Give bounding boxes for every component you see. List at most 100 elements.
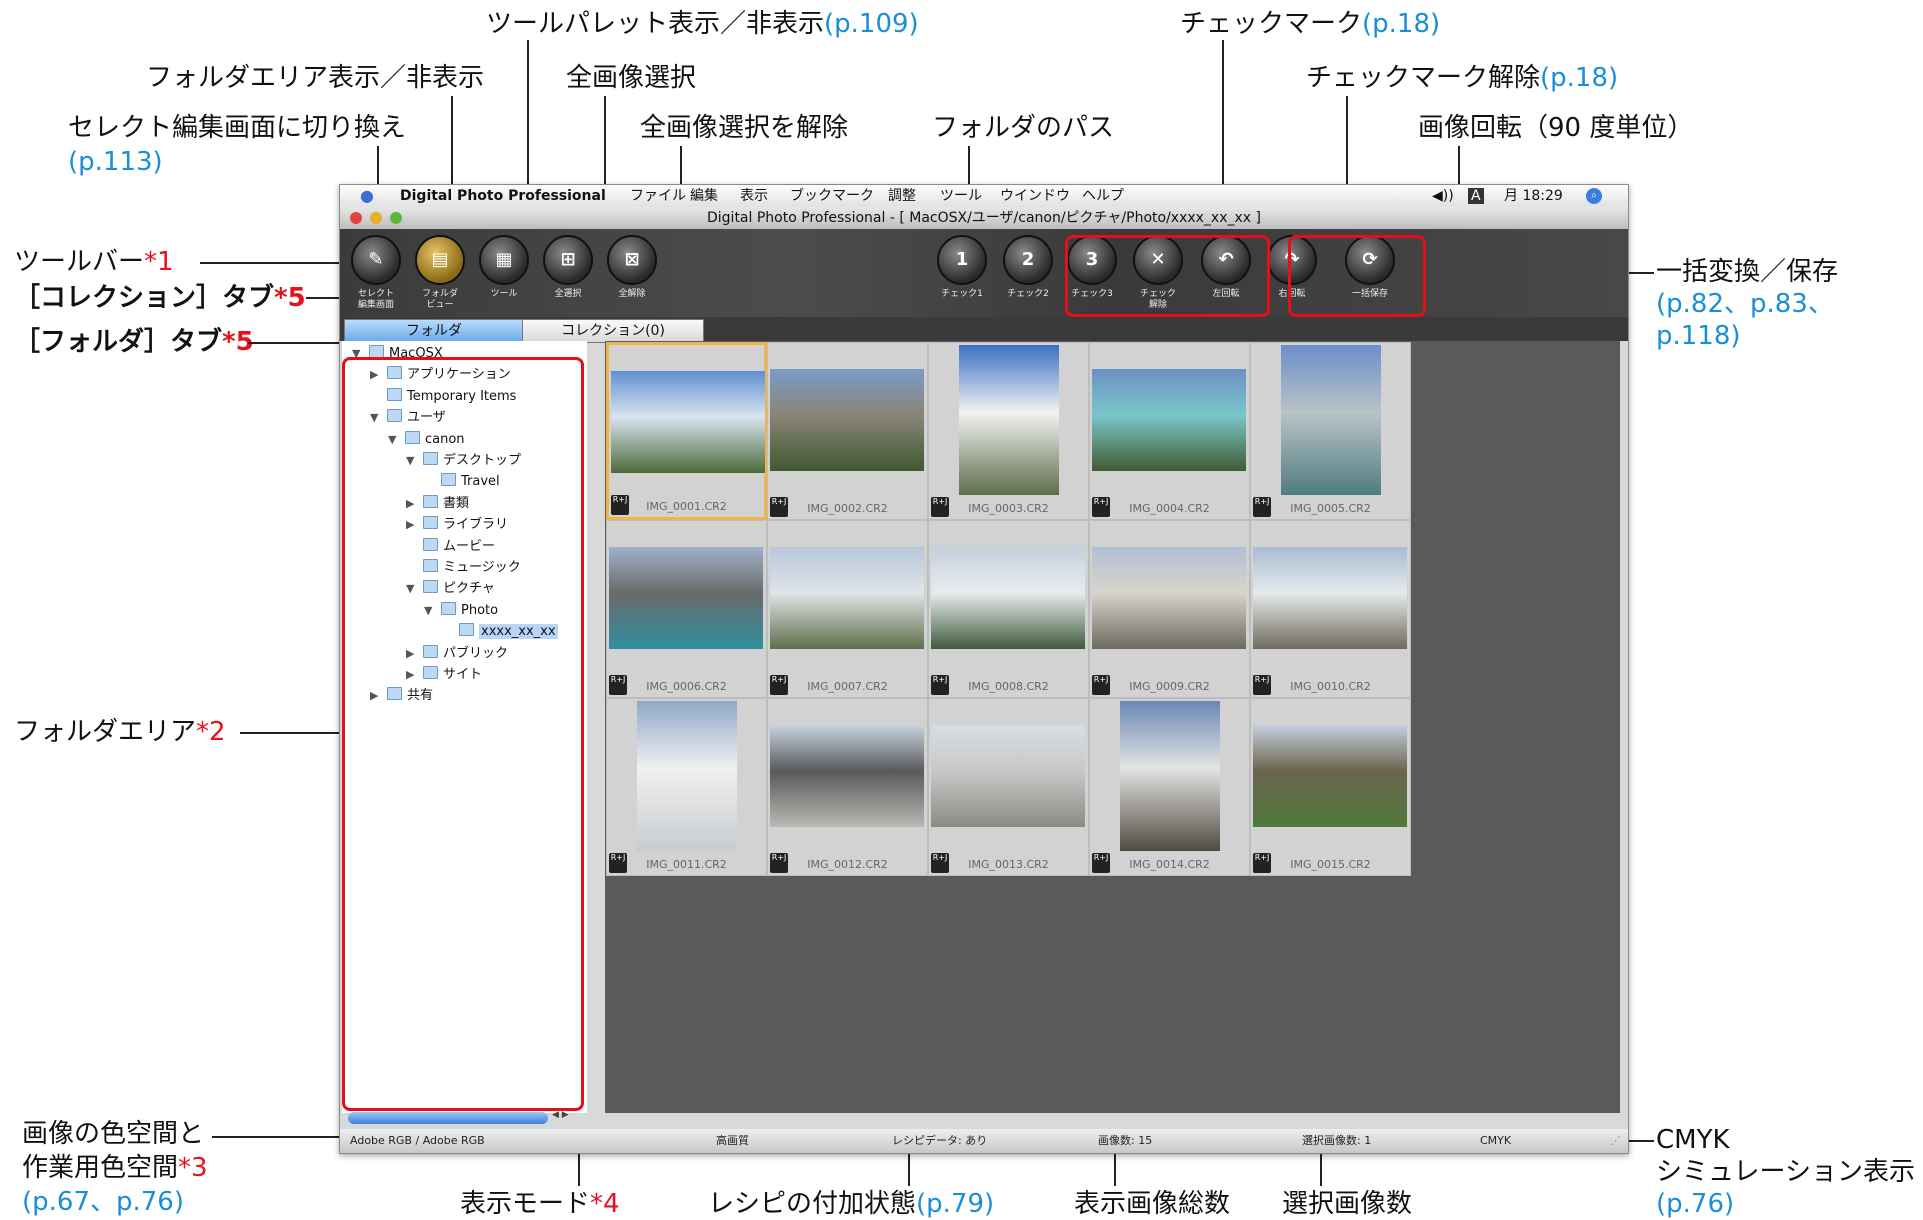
button-label: ビュー xyxy=(426,300,454,310)
check2-button[interactable]: 2 チェック2 xyxy=(992,235,1064,300)
apple-icon[interactable]: ● xyxy=(360,185,374,207)
thumbnail-filename: IMG_0002.CR2 xyxy=(807,502,888,515)
toolbar: ✎ セレクト 編集画面 ▤ フォルダ ビュー ▦ ツール ⊞ 全選択 ⊠ 全解除… xyxy=(340,229,1628,317)
thumbnail-cell[interactable]: R+J IMG_0006.CR2 xyxy=(606,520,767,698)
thumbnail-cell[interactable]: R+J IMG_0010.CR2 xyxy=(1250,520,1411,698)
thumbnail-filename: IMG_0003.CR2 xyxy=(968,502,1049,515)
thumbnail-filename: IMG_0015.CR2 xyxy=(1290,858,1371,871)
callout-select-edit-ref: (p.113) xyxy=(68,147,163,177)
close-button[interactable] xyxy=(350,212,362,224)
status-recipe: レシピデータ: あり xyxy=(892,1134,988,1147)
minimize-button[interactable] xyxy=(370,212,382,224)
callout-folder-tab: ［フォルダ］タブ*5 xyxy=(14,327,254,357)
thumbnail-image xyxy=(959,345,1059,495)
thumbnail-filename: IMG_0012.CR2 xyxy=(807,858,888,871)
thumbnail-filename: IMG_0009.CR2 xyxy=(1129,680,1210,693)
thumbnail-cell[interactable]: R+J IMG_0014.CR2 xyxy=(1089,698,1250,876)
horizontal-scrollbar[interactable] xyxy=(348,1112,548,1124)
status-colorspace: Adobe RGB / Adobe RGB xyxy=(350,1134,485,1147)
button-label: ツール xyxy=(490,289,518,299)
thumbnail-cell[interactable]: R+J IMG_0009.CR2 xyxy=(1089,520,1250,698)
callout-cmyk-ref: (p.76) xyxy=(1656,1189,1735,1219)
thumbnail-image xyxy=(611,371,765,473)
callout-folder-path: フォルダのパス xyxy=(932,113,1115,143)
status-image-count: 画像数: 15 xyxy=(1098,1134,1153,1147)
window-title: Digital Photo Professional - [ MacOSX/ユー… xyxy=(707,210,1261,226)
callout-batch-ref1: (p.82、p.83、 xyxy=(1656,289,1834,319)
spotlight-icon[interactable]: ⌕ xyxy=(1586,188,1602,204)
scroll-arrows[interactable]: ◀ ▶ xyxy=(552,1110,569,1120)
thumbnail-filename: IMG_0010.CR2 xyxy=(1290,680,1371,693)
tab-folder[interactable]: フォルダ xyxy=(344,319,524,343)
callout-folder-area-toggle: フォルダエリア表示／非表示 xyxy=(146,63,485,93)
volume-icon[interactable]: ◀)) xyxy=(1432,185,1454,207)
folder-view-button[interactable]: ▤ フォルダ ビュー xyxy=(404,235,476,311)
menu-edit[interactable]: 編集 xyxy=(690,185,718,207)
thumbnail-cell[interactable]: R+J IMG_0008.CR2 xyxy=(928,520,1089,698)
menu-view[interactable]: 表示 xyxy=(740,185,768,207)
button-label: 編集画面 xyxy=(357,300,394,310)
thumbnail-filename: IMG_0005.CR2 xyxy=(1290,502,1371,515)
callout-cmyk-1: CMYK xyxy=(1656,1125,1730,1155)
thumbnail-image xyxy=(931,725,1085,827)
select-edit-icon: ✎ xyxy=(351,235,401,285)
status-selected-count: 選択画像数: 1 xyxy=(1302,1134,1372,1147)
menu-adjust[interactable]: 調整 xyxy=(888,185,916,207)
tab-collection[interactable]: コレクション(0) xyxy=(522,319,704,343)
thumbnail-cell[interactable]: R+J IMG_0012.CR2 xyxy=(767,698,928,876)
thumbnail-filename: IMG_0011.CR2 xyxy=(646,858,727,871)
thumbnail-cell[interactable]: R+J IMG_0002.CR2 xyxy=(767,342,928,520)
thumbnail-image xyxy=(1281,345,1381,495)
tool-palette-icon: ▦ xyxy=(479,235,529,285)
resize-grip-icon[interactable]: ⋰ xyxy=(1610,1129,1621,1153)
callout-batch-ref2: p.118) xyxy=(1656,321,1741,351)
callout-display-mode: 表示モード*4 xyxy=(460,1189,620,1219)
callout-selected: 選択画像数 xyxy=(1282,1189,1413,1219)
thumbnail-image xyxy=(1092,547,1246,649)
callout-cmyk-2: シミュレーション表示 xyxy=(1656,1157,1915,1187)
button-label: 全選択 xyxy=(554,289,582,299)
thumbnail-cell[interactable]: R+J IMG_0001.CR2 xyxy=(606,342,767,520)
menu-clock[interactable]: 月 18:29 xyxy=(1504,185,1563,207)
thumbnail-cell[interactable]: R+J IMG_0015.CR2 xyxy=(1250,698,1411,876)
thumbnail-cell[interactable]: R+J IMG_0003.CR2 xyxy=(928,342,1089,520)
leader-line xyxy=(240,732,340,734)
tool-palette-button[interactable]: ▦ ツール xyxy=(468,235,540,300)
leader-line xyxy=(248,342,340,344)
deselect-all-button[interactable]: ⊠ 全解除 xyxy=(596,235,668,300)
menu-bookmark[interactable]: ブックマーク xyxy=(790,185,874,207)
callout-check-clear: チェックマーク解除(p.18) xyxy=(1306,63,1619,93)
menu-tool[interactable]: ツール xyxy=(940,185,982,207)
select-all-button[interactable]: ⊞ 全選択 xyxy=(532,235,604,300)
callout-rotate: 画像回転（90 度単位） xyxy=(1418,113,1694,143)
menu-help[interactable]: ヘルプ xyxy=(1082,185,1124,207)
thumbnail-image xyxy=(931,547,1085,649)
thumbnail-cell[interactable]: R+J IMG_0007.CR2 xyxy=(767,520,928,698)
callout-batch: 一括変換／保存 xyxy=(1656,257,1839,287)
thumbnail-filename: IMG_0007.CR2 xyxy=(807,680,888,693)
callout-color-space-ref: (p.67、p.76) xyxy=(22,1187,184,1217)
check1-button[interactable]: 1 チェック1 xyxy=(926,235,998,300)
select-edit-button[interactable]: ✎ セレクト 編集画面 xyxy=(340,235,412,311)
thumbnail-image xyxy=(1092,369,1246,471)
deselect-all-icon: ⊠ xyxy=(607,235,657,285)
menu-app-name[interactable]: Digital Photo Professional xyxy=(400,185,606,207)
callout-collection-tab: ［コレクション］タブ*5 xyxy=(14,283,306,313)
thumbnail-image xyxy=(609,547,763,649)
thumbnail-filename: IMG_0014.CR2 xyxy=(1129,858,1210,871)
menu-file[interactable]: ファイル xyxy=(630,185,686,207)
check2-icon: 2 xyxy=(1003,235,1053,285)
button-label: 全解除 xyxy=(618,289,646,299)
thumbnail-cell[interactable]: R+J IMG_0005.CR2 xyxy=(1250,342,1411,520)
tab-bar: フォルダ コレクション(0) xyxy=(340,317,1628,343)
callout-color-space-2: 作業用色空間*3 xyxy=(22,1153,208,1183)
thumbnail-cell[interactable]: R+J IMG_0004.CR2 xyxy=(1089,342,1250,520)
callout-tool-palette: ツールパレット表示／非表示(p.109) xyxy=(486,9,919,39)
callout-recipe: レシピの付加状態(p.79) xyxy=(708,1189,995,1219)
input-method-icon[interactable]: A xyxy=(1468,188,1484,204)
thumbnail-cell[interactable]: R+J IMG_0011.CR2 xyxy=(606,698,767,876)
zoom-button[interactable] xyxy=(390,212,402,224)
thumbnail-cell[interactable]: R+J IMG_0013.CR2 xyxy=(928,698,1089,876)
button-label: セレクト xyxy=(357,289,394,299)
menu-window[interactable]: ウインドウ xyxy=(1000,185,1070,207)
